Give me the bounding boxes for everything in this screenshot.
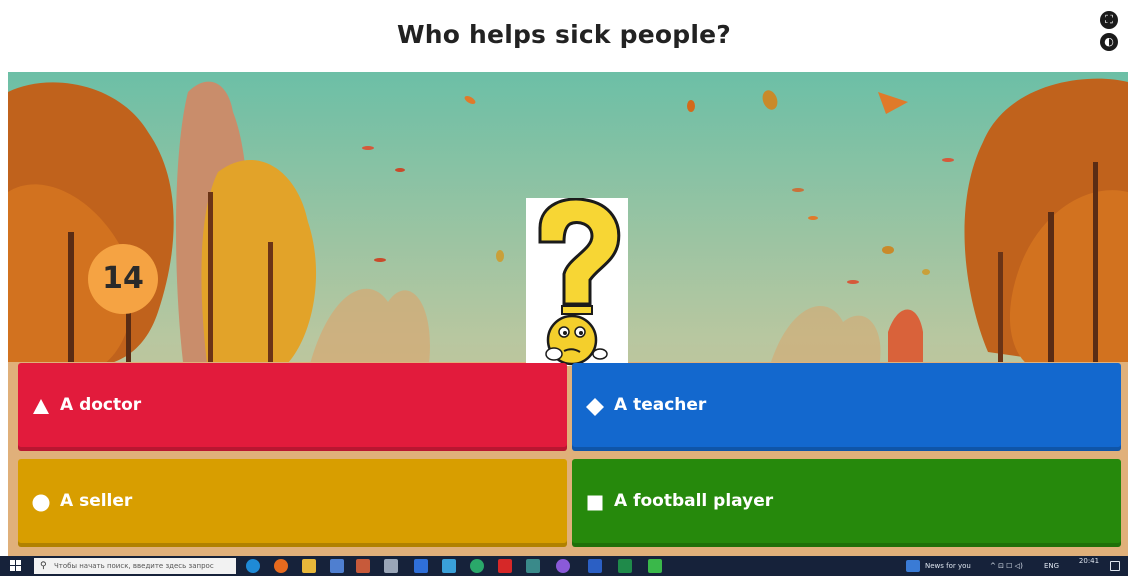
square-icon <box>587 495 603 511</box>
windows-start-icon[interactable] <box>10 560 22 572</box>
save-disk-icon[interactable] <box>330 559 344 573</box>
clock[interactable]: 20:41 <box>1072 557 1106 575</box>
triangle-icon <box>33 399 49 414</box>
photos-icon[interactable] <box>442 559 456 573</box>
clock-time: 20:41 <box>1078 557 1100 565</box>
pdf-reader-icon[interactable] <box>498 559 512 573</box>
windows-taskbar: ⚲ Чтобы начать поиск, введите здесь запр… <box>0 556 1128 576</box>
countdown-timer: 14 <box>88 244 158 314</box>
search-icon: ⚲ <box>40 561 47 571</box>
thinking-question-mark-icon <box>526 197 628 366</box>
edge-browser-icon[interactable] <box>246 559 260 573</box>
news-label[interactable]: News for you <box>925 556 971 576</box>
system-tray-icons[interactable]: ^ ⊡ ☐ ◁) <box>990 556 1023 576</box>
answer-button-2[interactable]: A teacher <box>572 363 1121 451</box>
language-indicator[interactable]: ENG <box>1044 556 1059 576</box>
word-icon[interactable] <box>588 559 602 573</box>
app-arrow-icon[interactable] <box>648 559 662 573</box>
notification-icon[interactable] <box>1110 561 1120 571</box>
firefox-icon[interactable] <box>274 559 288 573</box>
diamond-icon <box>586 398 604 416</box>
answer-label: A football player <box>614 491 774 511</box>
fullscreen-icon[interactable]: ⛶ <box>1100 11 1118 29</box>
answer-button-3[interactable]: A seller <box>18 459 567 547</box>
chat-app-icon[interactable] <box>414 559 428 573</box>
chrome-icon[interactable] <box>470 559 484 573</box>
circle-icon <box>32 494 50 512</box>
paint-icon[interactable] <box>356 559 370 573</box>
answer-button-1[interactable]: A doctor <box>18 363 567 451</box>
question-title: Who helps sick people? <box>396 20 731 49</box>
calculator-icon[interactable] <box>384 559 398 573</box>
search-placeholder: Чтобы начать поиск, введите здесь запрос <box>54 562 214 570</box>
answer-label: A seller <box>60 491 133 511</box>
answer-label: A doctor <box>60 395 142 415</box>
browser-app-icon[interactable] <box>526 559 540 573</box>
sound-icon[interactable]: ◐ <box>1100 33 1118 51</box>
answer-button-4[interactable]: A football player <box>572 459 1121 547</box>
question-header: Who helps sick people? ⛶ ◐ <box>0 0 1128 72</box>
taskbar-search-input[interactable]: ⚲ Чтобы начать поиск, введите здесь запр… <box>34 558 236 574</box>
viber-icon[interactable] <box>556 559 570 573</box>
news-icon[interactable] <box>906 560 920 572</box>
answer-label: A teacher <box>614 395 707 415</box>
file-explorer-icon[interactable] <box>302 559 316 573</box>
excel-icon[interactable] <box>618 559 632 573</box>
